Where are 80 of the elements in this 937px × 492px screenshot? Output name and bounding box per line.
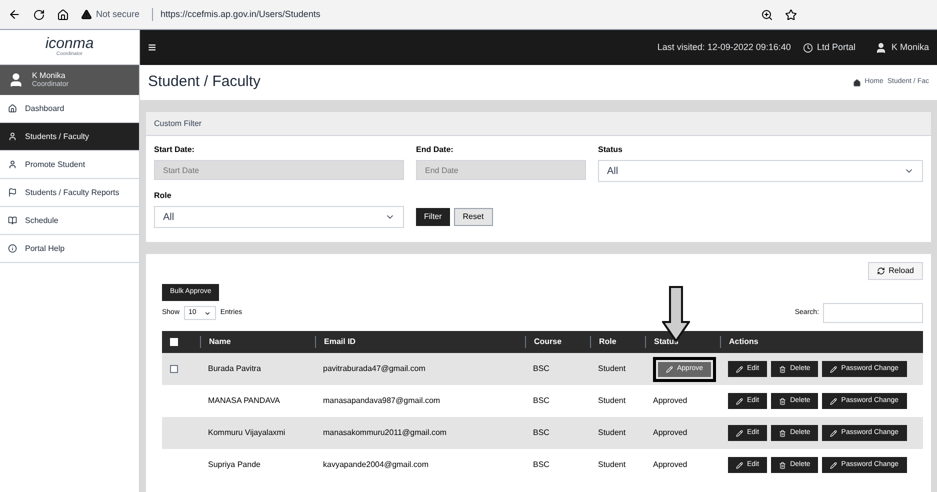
reload-icon[interactable] <box>33 8 45 20</box>
select-all-checkbox[interactable] <box>170 338 178 346</box>
trash-icon <box>779 398 786 404</box>
refresh-icon <box>876 267 885 275</box>
table-cell-text: Student <box>597 459 627 471</box>
table-cell-text: MANASA PANDAVA <box>207 395 282 407</box>
logo-text: iconma <box>45 36 94 51</box>
field-label: Role <box>154 190 172 202</box>
trash-icon <box>779 430 786 436</box>
user-icon <box>8 72 24 88</box>
home-icon[interactable] <box>57 8 69 20</box>
table-cell-text: BSC <box>532 363 550 375</box>
filter-title: Custom Filter <box>154 118 202 130</box>
column-header[interactable]: Actions <box>720 336 923 348</box>
start-date-field[interactable]: Start Date <box>154 160 404 180</box>
warning-icon <box>81 9 92 20</box>
reload-button[interactable]: Reload <box>868 262 923 280</box>
column-header[interactable]: Role <box>590 336 645 348</box>
table-cell-text: Burada Pavitra <box>207 363 262 375</box>
trash-icon <box>779 366 786 372</box>
user-name: K Monika <box>32 70 66 80</box>
pencil-icon <box>736 398 743 404</box>
security-label: Not secure <box>96 8 140 21</box>
user-menu[interactable]: K Monika <box>891 40 929 54</box>
sidebar-item[interactable]: Students / Faculty <box>0 123 139 151</box>
field-label: End Date: <box>416 144 454 156</box>
clock-icon <box>802 42 813 52</box>
table-cell-text: pavitraburada47@gmail.com <box>322 363 426 375</box>
book-icon <box>8 216 17 225</box>
portal-link[interactable]: Ltd Portal <box>816 40 856 54</box>
table-cell-text: Kommuru Vijayalaxmi <box>207 427 286 439</box>
table-cell: Approved <box>653 396 688 405</box>
pencil-icon <box>830 430 838 436</box>
column-header[interactable]: Name <box>200 336 315 348</box>
table-cell-text: BSC <box>532 427 550 439</box>
pencil-icon <box>736 462 743 468</box>
star-icon[interactable] <box>785 8 797 20</box>
table-cell-text: Student <box>597 363 627 375</box>
pencil-icon <box>830 398 838 404</box>
menu-button[interactable]: ≡ <box>148 37 156 58</box>
home-icon <box>8 104 17 113</box>
reset-button[interactable]: Reset <box>454 208 493 226</box>
trash-icon <box>779 462 786 468</box>
url-text[interactable]: https://ccefmis.ap.gov.in/Users/Students <box>152 8 320 22</box>
page-title: Student / Faculty <box>148 72 261 92</box>
status-select[interactable]: All <box>598 160 923 182</box>
back-icon[interactable] <box>8 8 21 21</box>
info-icon <box>8 244 17 253</box>
flag-icon <box>8 188 17 197</box>
row-checkbox[interactable] <box>170 365 178 373</box>
user-icon <box>8 160 17 169</box>
field-label: Status <box>598 144 624 156</box>
caret-icon <box>204 310 212 316</box>
home-icon <box>852 78 861 86</box>
table-cell-text: manasakommuru2011@gmail.com <box>322 427 448 439</box>
pencil-icon <box>830 366 838 372</box>
table-cell-text: Supriya Pande <box>207 459 262 471</box>
table-cell: Approved <box>653 428 688 437</box>
last-visited-text: Last visited: 12-09-2022 09:16:40 <box>657 40 791 54</box>
zoom-icon[interactable] <box>761 8 773 20</box>
table-cell-text: BSC <box>532 395 550 407</box>
table-cell: Approved <box>653 460 688 469</box>
field-label: Start Date: <box>154 144 196 156</box>
user-icon <box>8 132 17 141</box>
table-cell-text: kavyapande2004@gmail.com <box>322 459 430 471</box>
pencil-icon <box>666 366 673 372</box>
table-cell-text: manasapandava987@gmail.com <box>322 395 442 407</box>
filter-button[interactable]: Filter <box>416 208 450 226</box>
pencil-icon <box>830 462 838 468</box>
end-date-field[interactable]: End Date <box>416 160 586 180</box>
table-cell-text: Student <box>597 395 627 407</box>
role-select[interactable]: All <box>154 206 404 228</box>
column-header[interactable]: Email ID <box>315 336 525 348</box>
user-icon <box>875 42 888 54</box>
pencil-icon <box>736 366 743 372</box>
table-cell-text: BSC <box>532 459 550 471</box>
column-header[interactable]: Course <box>525 336 590 348</box>
search-field[interactable] <box>823 303 923 323</box>
table-cell-text: Student <box>597 427 627 439</box>
pencil-icon <box>736 430 743 436</box>
